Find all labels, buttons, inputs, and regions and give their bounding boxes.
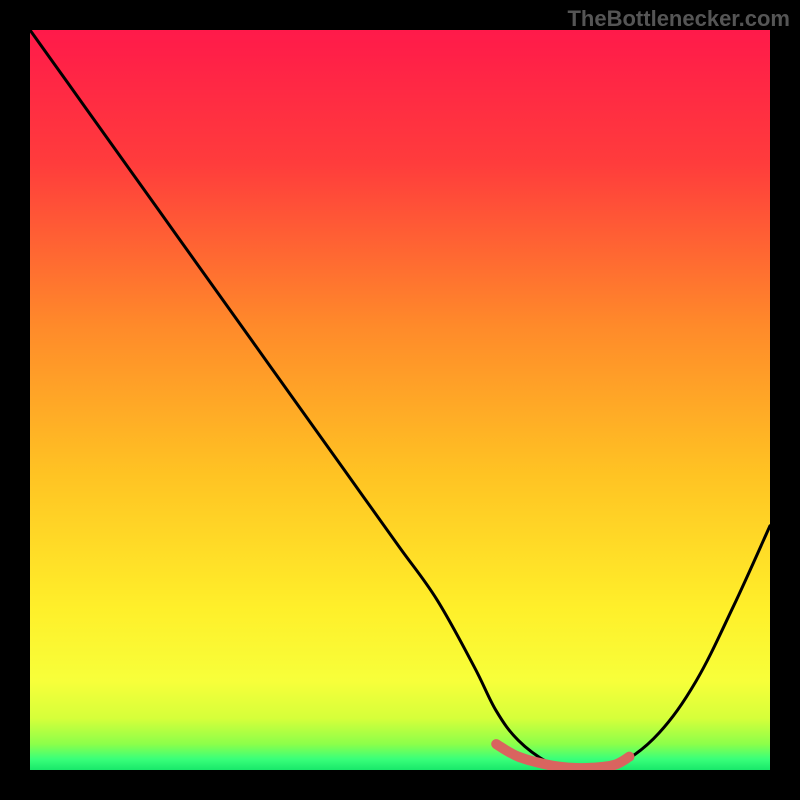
plot-area xyxy=(30,30,770,770)
optimal-zone-marker xyxy=(496,744,629,768)
chart-container: TheBottlenecker.com xyxy=(0,0,800,800)
curve-layer xyxy=(30,30,770,770)
bottleneck-curve xyxy=(30,30,770,770)
attribution-text: TheBottlenecker.com xyxy=(567,6,790,32)
